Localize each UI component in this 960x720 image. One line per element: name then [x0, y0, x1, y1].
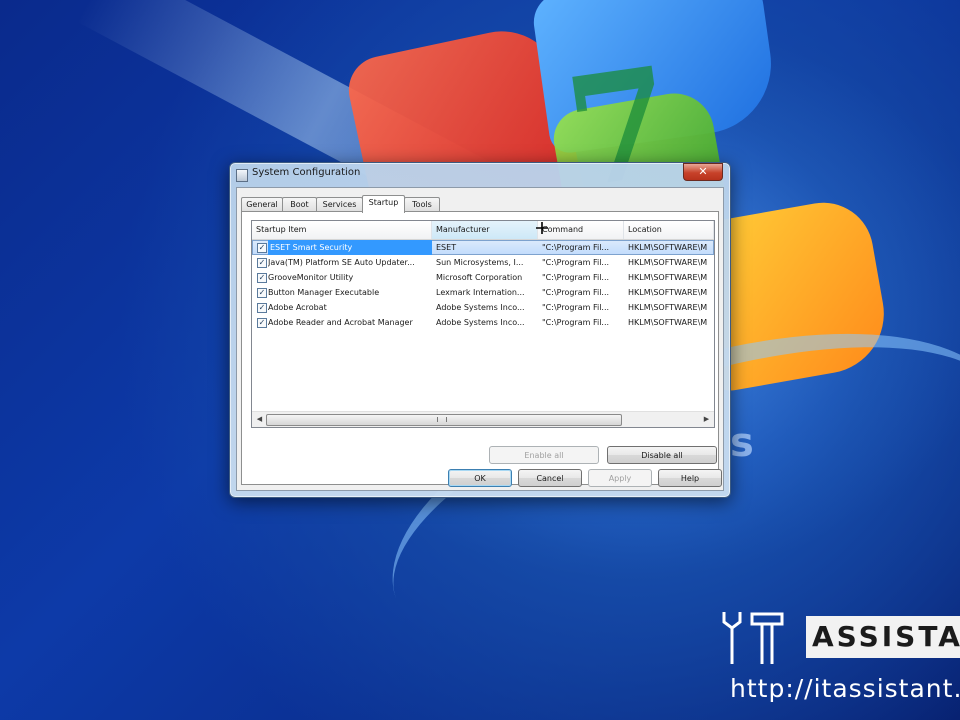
tab-boot[interactable]: Boot [282, 197, 317, 212]
cell-manufacturer: Sun Microsystems, I... [436, 258, 524, 267]
cell-location: HKLM\SOFTWARE\M [628, 243, 708, 252]
cell-item: Button Manager Executable [268, 288, 380, 297]
dialog-titlebar[interactable]: System Configuration ✕ [230, 163, 730, 185]
cell-manufacturer: Microsoft Corporation [436, 273, 523, 282]
cell-manufacturer: Adobe Systems Inco... [436, 318, 525, 327]
close-icon: ✕ [698, 165, 708, 178]
column-header-location[interactable]: Location [624, 221, 714, 239]
cell-item: Adobe Reader and Acrobat Manager [268, 318, 413, 327]
cell-command: "C:\Program Fil... [542, 303, 610, 312]
list-item[interactable]: ✓ Java(TM) Platform SE Auto Updater... Sun… [252, 255, 714, 270]
mouse-cursor-icon [536, 222, 548, 234]
cell-location: HKLM\SOFTWARE\M [628, 273, 708, 282]
list-item[interactable]: ✓ Button Manager Executable Lexmark Intern… [252, 285, 714, 300]
startup-item-checkbox[interactable]: ✓ [257, 288, 267, 298]
close-button[interactable]: ✕ [683, 163, 723, 181]
disable-all-button[interactable]: Disable all [607, 446, 717, 464]
cell-command: "C:\Program Fil... [542, 318, 610, 327]
cell-command: "C:\Program Fil... [542, 243, 610, 252]
horizontal-scrollbar[interactable]: ◀ ▶ [252, 411, 714, 427]
ok-button[interactable]: OK [448, 469, 512, 487]
tab-startup[interactable]: Startup [362, 195, 405, 213]
scroll-right-icon[interactable]: ▶ [700, 413, 713, 426]
column-header-manufacturer[interactable]: Manufacturer [432, 221, 538, 239]
enable-all-button[interactable]: Enable all [489, 446, 599, 464]
cell-manufacturer: ESET [436, 243, 457, 252]
apply-button[interactable]: Apply [588, 469, 652, 487]
watermark-url: http://itassistant.o [730, 674, 960, 703]
list-item[interactable]: ✓ Adobe Reader and Acrobat Manager Adobe S… [252, 315, 714, 330]
cell-command: "C:\Program Fil... [542, 258, 610, 267]
list-item[interactable]: ✓ Adobe Acrobat Adobe Systems Inco... "C:\P… [252, 300, 714, 315]
watermark-brand: ASSISTAN [806, 616, 960, 658]
cell-location: HKLM\SOFTWARE\M [628, 318, 708, 327]
cell-command: "C:\Program Fil... [542, 273, 610, 282]
column-header-startup-item[interactable]: Startup Item [252, 221, 432, 239]
scrollbar-thumb[interactable] [266, 414, 622, 426]
cell-location: HKLM\SOFTWARE\M [628, 303, 708, 312]
cell-manufacturer: Lexmark Internation... [436, 288, 525, 297]
startup-tab-panel: Startup Item Manufacturer Command Locati… [241, 211, 719, 485]
cell-item: Java(TM) Platform SE Auto Updater... [268, 258, 415, 267]
list-item[interactable]: ✓ GrooveMonitor Utility Microsoft Corporat… [252, 270, 714, 285]
dialog-client-area: General Boot Services Startup Tools Star… [236, 187, 724, 491]
column-header-command[interactable]: Command [538, 221, 624, 239]
scrollbar-grip-icon [437, 417, 447, 422]
startup-item-checkbox[interactable]: ✓ [257, 243, 267, 253]
cell-command: "C:\Program Fil... [542, 288, 610, 297]
startup-items-list[interactable]: Startup Item Manufacturer Command Locati… [251, 220, 715, 428]
list-item[interactable]: ✓ ESET Smart Security ESET "C:\Program Fil.… [252, 240, 714, 255]
cell-item: ESET Smart Security [268, 240, 432, 255]
dialog-title: System Configuration [252, 167, 361, 178]
startup-item-checkbox[interactable]: ✓ [257, 273, 267, 283]
cancel-button[interactable]: Cancel [518, 469, 582, 487]
list-header: Startup Item Manufacturer Command Locati… [252, 221, 714, 240]
cell-manufacturer: Adobe Systems Inco... [436, 303, 525, 312]
tools-logo-icon [722, 612, 784, 664]
startup-item-checkbox[interactable]: ✓ [257, 318, 267, 328]
cell-item: GrooveMonitor Utility [268, 273, 354, 282]
startup-item-checkbox[interactable]: ✓ [257, 258, 267, 268]
startup-item-checkbox[interactable]: ✓ [257, 303, 267, 313]
scroll-left-icon[interactable]: ◀ [253, 413, 266, 426]
tab-tools[interactable]: Tools [404, 197, 440, 212]
cell-location: HKLM\SOFTWARE\M [628, 258, 708, 267]
system-configuration-dialog: System Configuration ✕ General Boot Serv… [229, 162, 731, 498]
cell-location: HKLM\SOFTWARE\M [628, 288, 708, 297]
tab-services[interactable]: Services [316, 197, 363, 212]
msconfig-app-icon [236, 169, 248, 182]
help-button[interactable]: Help [658, 469, 722, 487]
cell-item: Adobe Acrobat [268, 303, 327, 312]
tab-general[interactable]: General [241, 197, 283, 212]
